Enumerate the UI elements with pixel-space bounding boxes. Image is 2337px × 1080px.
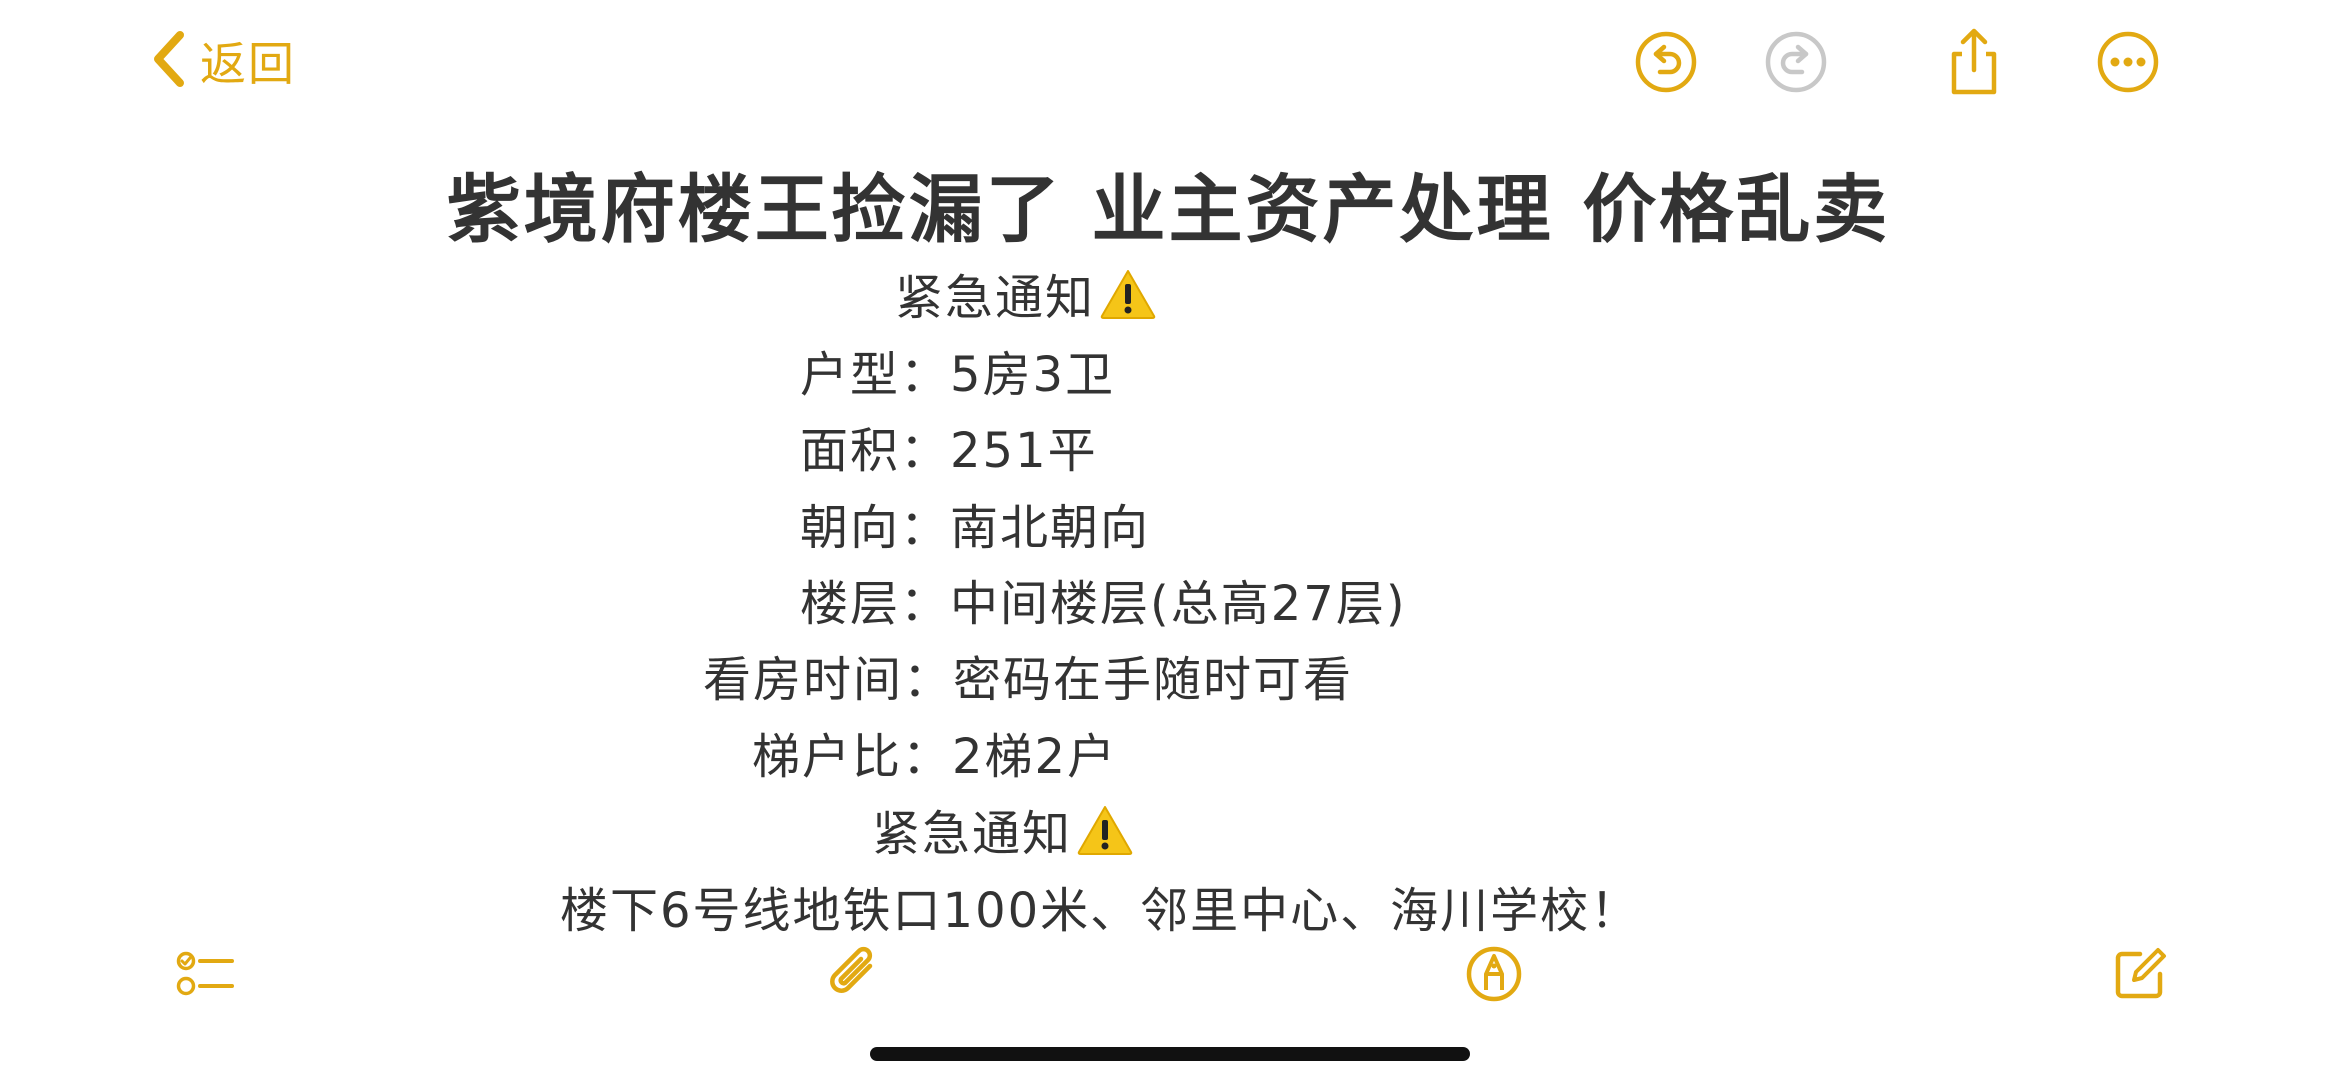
markup-pen-icon[interactable]: [1460, 940, 1528, 1008]
location-line: 楼下6号线地铁口100米、邻里中心、海川学校！: [560, 883, 1641, 939]
bottom-toolbar: [0, 940, 2337, 1020]
urgent-notice-1: 紧急通知: [895, 268, 1157, 334]
redo-icon[interactable]: [1762, 28, 1830, 96]
area-line: 面积：251平: [800, 421, 1098, 481]
paperclip-icon[interactable]: [820, 940, 888, 1008]
checklist-icon[interactable]: [172, 940, 240, 1008]
layout-line: 户型：5房3卫: [800, 345, 1115, 405]
back-button[interactable]: 返回: [150, 28, 296, 94]
orientation-line: 朝向：南北朝向: [800, 498, 1150, 558]
compose-icon[interactable]: [2106, 940, 2174, 1008]
more-icon[interactable]: [2094, 28, 2162, 96]
note-title: 紫境府楼王捡漏了 业主资产处理 价格乱卖: [446, 167, 1891, 253]
share-icon[interactable]: [1940, 28, 2008, 96]
layout-value: 5房3卫: [950, 347, 1116, 403]
undo-icon[interactable]: [1632, 28, 1700, 96]
elevator-ratio-label: 梯户比：: [752, 729, 953, 785]
urgent-notice-text: 紧急通知: [895, 270, 1096, 326]
floor-label: 楼层：: [800, 576, 951, 632]
urgent-notice-text: 紧急通知: [872, 806, 1073, 862]
elevator-ratio-line: 梯户比：2梯2户: [752, 727, 1117, 787]
warning-icon: [1099, 268, 1157, 334]
floor-value: 中间楼层(总高27层): [950, 576, 1407, 632]
elevator-ratio-value: 2梯2户: [952, 729, 1118, 785]
area-value: 251平: [950, 423, 1098, 479]
orientation-label: 朝向：: [800, 500, 951, 556]
top-toolbar: 返回: [0, 0, 2337, 130]
area-label: 面积：: [800, 423, 951, 479]
urgent-notice-2: 紧急通知: [872, 804, 1134, 870]
warning-icon: [1076, 804, 1134, 870]
viewing-time-label: 看房时间：: [703, 652, 954, 708]
home-indicator[interactable]: [870, 1047, 1470, 1061]
chevron-left-icon: [150, 29, 186, 93]
viewing-time-value: 密码在手随时可看: [953, 652, 1354, 708]
back-label: 返回: [200, 37, 296, 91]
orientation-value: 南北朝向: [950, 500, 1151, 556]
viewing-time-line: 看房时间：密码在手随时可看: [703, 650, 1353, 710]
layout-label: 户型：: [800, 347, 951, 403]
floor-line: 楼层：中间楼层(总高27层): [800, 574, 1407, 634]
